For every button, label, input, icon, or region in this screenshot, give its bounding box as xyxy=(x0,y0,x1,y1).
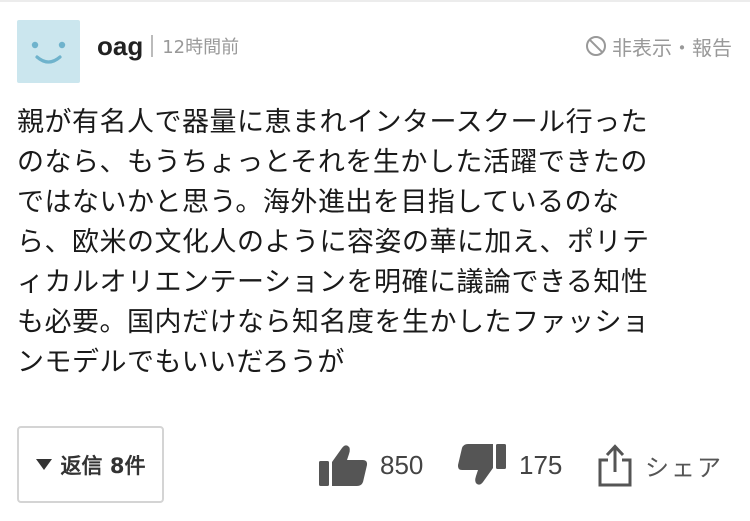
comment-line: ではないかと思う。海外進出を目指しているのな xyxy=(17,187,620,218)
comment-line: ンモデルでもいいだろうが xyxy=(17,347,345,378)
hide-report-button[interactable]: 非表示・報告 xyxy=(585,30,732,62)
comment-line: のなら、もうちょっとそれを生かした活躍できたの xyxy=(17,147,648,178)
dislike-count: 175 xyxy=(519,449,563,480)
like-count: 850 xyxy=(380,449,424,480)
prohibited-icon xyxy=(586,36,606,56)
triangle-down-icon xyxy=(35,459,52,470)
username[interactable]: oag xyxy=(97,31,143,62)
hide-report-label: 非表示・報告 xyxy=(612,35,732,60)
comment-line: ら、欧米の文化人のように容姿の華に加え、ポリテ xyxy=(17,227,650,258)
comment-body: 親が有名人で器量に恵まれインタースクール行った のなら、もうちょっとそれを生かし… xyxy=(17,103,737,383)
comment-line: ィカルオリエンテーションを明確に議論できる知性 xyxy=(17,267,649,298)
timestamp: 12時間前 xyxy=(162,37,240,58)
reply-toggle-button[interactable]: 返信 8件 xyxy=(17,426,164,503)
dislike-button[interactable]: 175 xyxy=(457,440,562,490)
header-separator xyxy=(151,35,154,57)
smiley-face-icon xyxy=(31,41,66,64)
share-upload-icon xyxy=(598,444,632,487)
thumbs-up-icon xyxy=(319,445,368,486)
user-avatar[interactable] xyxy=(17,20,80,83)
comment-line: も必要。国内だけなら知名度を生かしたファッショ xyxy=(17,307,650,338)
like-button[interactable]: 850 xyxy=(318,440,423,490)
comment-line: 親が有名人で器量に恵まれインタースクール行った xyxy=(17,107,649,138)
share-button[interactable]: シェア xyxy=(597,440,723,490)
reply-label: 返信 8件 xyxy=(60,453,146,478)
top-divider xyxy=(0,0,750,2)
share-label: シェア xyxy=(645,453,723,482)
thumbs-down-icon xyxy=(457,444,506,485)
comment-header: oag 12時間前 xyxy=(97,30,239,62)
